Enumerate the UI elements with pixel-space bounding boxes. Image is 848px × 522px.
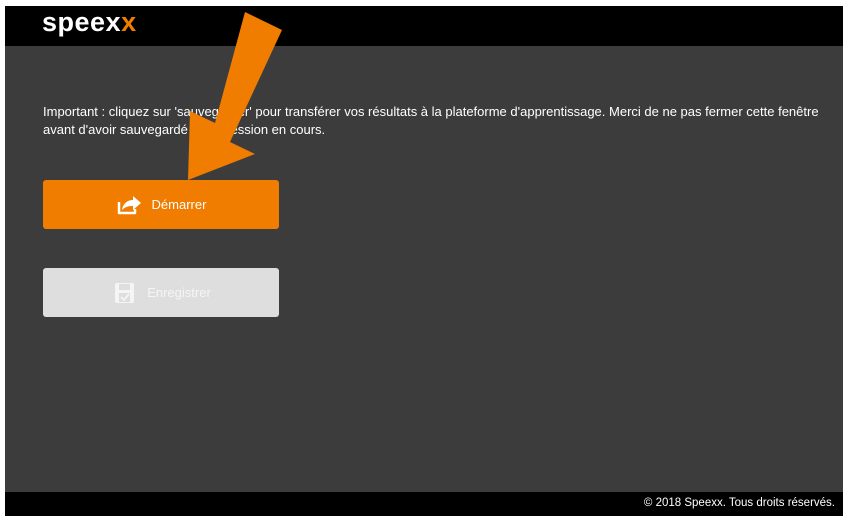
save-button-label: Enregistrer bbox=[147, 285, 211, 300]
start-button[interactable]: Démarrer bbox=[43, 180, 279, 229]
speexx-logo: speexx bbox=[42, 7, 137, 37]
share-arrow-icon bbox=[117, 195, 141, 214]
copyright-text: © 2018 Speexx. Tous droits réservés. bbox=[643, 497, 835, 509]
save-disk-icon bbox=[115, 282, 135, 303]
app-window: speexx Important : cliquez sur 'sauvegar… bbox=[5, 6, 843, 516]
header-bar: speexx bbox=[5, 6, 843, 46]
important-message: Important : cliquez sur 'sauvegarder' po… bbox=[43, 104, 819, 137]
start-button-label: Démarrer bbox=[151, 197, 207, 212]
save-button[interactable]: Enregistrer bbox=[43, 268, 279, 317]
footer-bar: © 2018 Speexx. Tous droits réservés. bbox=[5, 492, 843, 516]
